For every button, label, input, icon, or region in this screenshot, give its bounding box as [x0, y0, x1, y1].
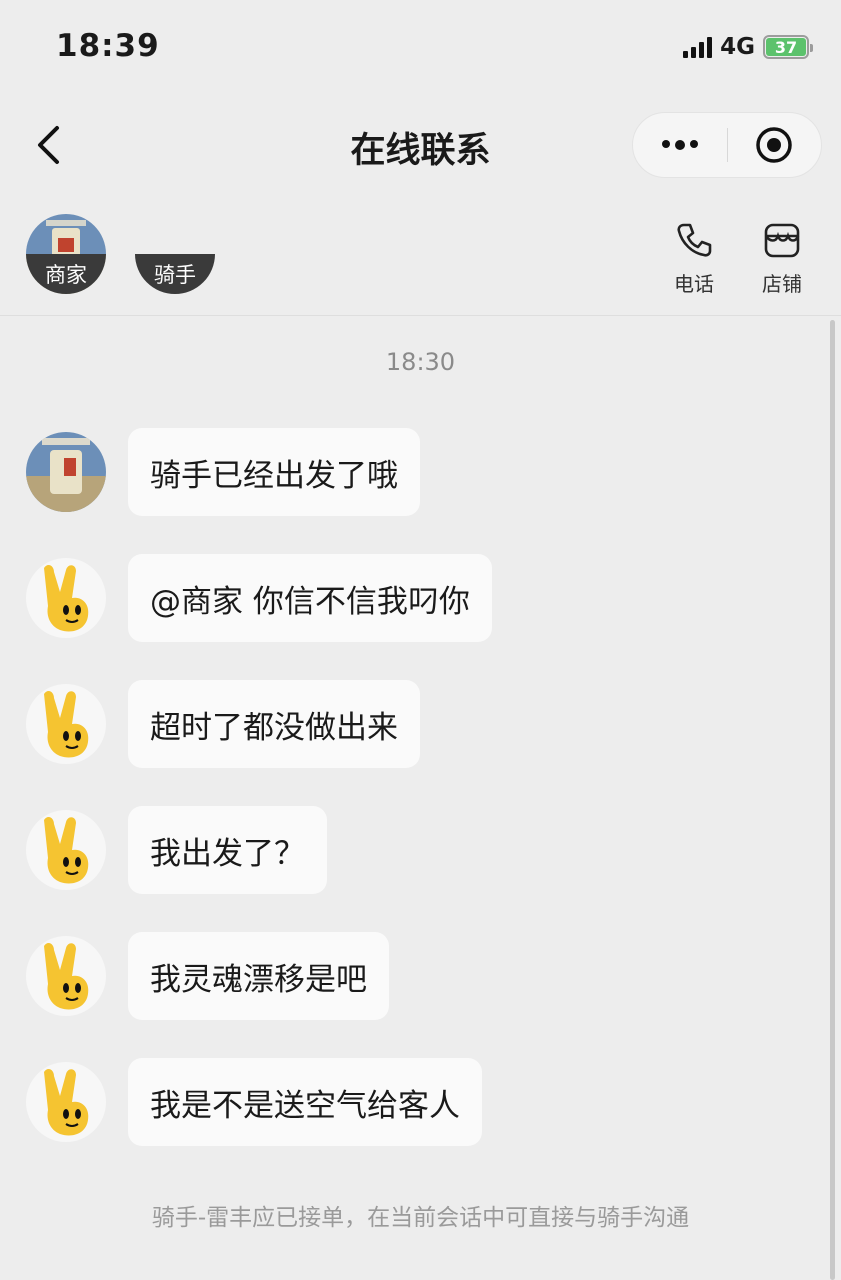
glove-mascot-icon: [26, 684, 106, 764]
rider-avatar[interactable]: [26, 558, 106, 638]
close-target-icon: [756, 127, 792, 163]
merchant-tag: 商家: [26, 254, 106, 294]
message-row: 我是不是送空气给客人: [26, 1058, 482, 1146]
rider-avatar[interactable]: [26, 1062, 106, 1142]
scrollbar[interactable]: [830, 320, 835, 1280]
store-button[interactable]: 店铺: [752, 220, 812, 297]
store-icon: [764, 223, 800, 258]
system-notice: 骑手-雷丰应已接单，在当前会话中可直接与骑手沟通: [151, 1205, 690, 1231]
status-bar: 18:39 4G 37: [0, 0, 841, 100]
glove-mascot-icon: [26, 810, 106, 890]
battery-level: 37: [766, 38, 806, 57]
glove-mascot-icon: [26, 1062, 106, 1142]
merchant-logo-image: [26, 432, 106, 512]
rider-avatar[interactable]: [26, 684, 106, 764]
message-bubble[interactable]: 超时了都没做出来: [128, 680, 420, 768]
message-row: 我出发了？: [26, 806, 327, 894]
status-time: 18:39: [56, 28, 160, 64]
contacts-bar: 商家 电话 店铺: [0, 192, 841, 316]
chat-timestamp: 18:30: [385, 348, 456, 376]
phone-label: 电话: [674, 272, 714, 296]
glove-mascot-icon: [26, 558, 106, 638]
network-type: 4G: [720, 34, 755, 60]
merchant-avatar[interactable]: 商家: [26, 214, 106, 294]
signal-icon: [683, 36, 713, 58]
message-row: @商家 你信不信我叼你: [26, 554, 492, 642]
message-row: 我灵魂漂移是吧: [26, 932, 389, 1020]
message-bubble[interactable]: 骑手已经出发了哦: [128, 428, 420, 516]
message-bubble[interactable]: 我是不是送空气给客人: [128, 1058, 482, 1146]
more-button[interactable]: [633, 113, 727, 177]
battery-icon: 37: [763, 35, 813, 59]
store-label: 店铺: [762, 272, 802, 296]
phone-icon: [677, 223, 712, 257]
message-bubble[interactable]: @商家 你信不信我叼你: [128, 554, 492, 642]
phone-button[interactable]: 电话: [664, 220, 724, 297]
merchant-avatar[interactable]: [26, 432, 106, 512]
glove-mascot-icon: [26, 936, 106, 1016]
nav-bar: 在线联系: [0, 100, 841, 192]
message-bubble[interactable]: 我出发了？: [128, 806, 327, 894]
rider-avatar[interactable]: [26, 810, 106, 890]
status-indicators: 4G 37: [683, 34, 813, 60]
message-row: 超时了都没做出来: [26, 680, 420, 768]
rider-avatar[interactable]: [26, 936, 106, 1016]
close-miniapp-button[interactable]: [728, 113, 822, 177]
message-row: 骑手已经出发了哦: [26, 428, 420, 516]
more-icon: [661, 140, 698, 150]
miniapp-capsule: [632, 112, 822, 178]
message-bubble[interactable]: 我灵魂漂移是吧: [128, 932, 389, 1020]
